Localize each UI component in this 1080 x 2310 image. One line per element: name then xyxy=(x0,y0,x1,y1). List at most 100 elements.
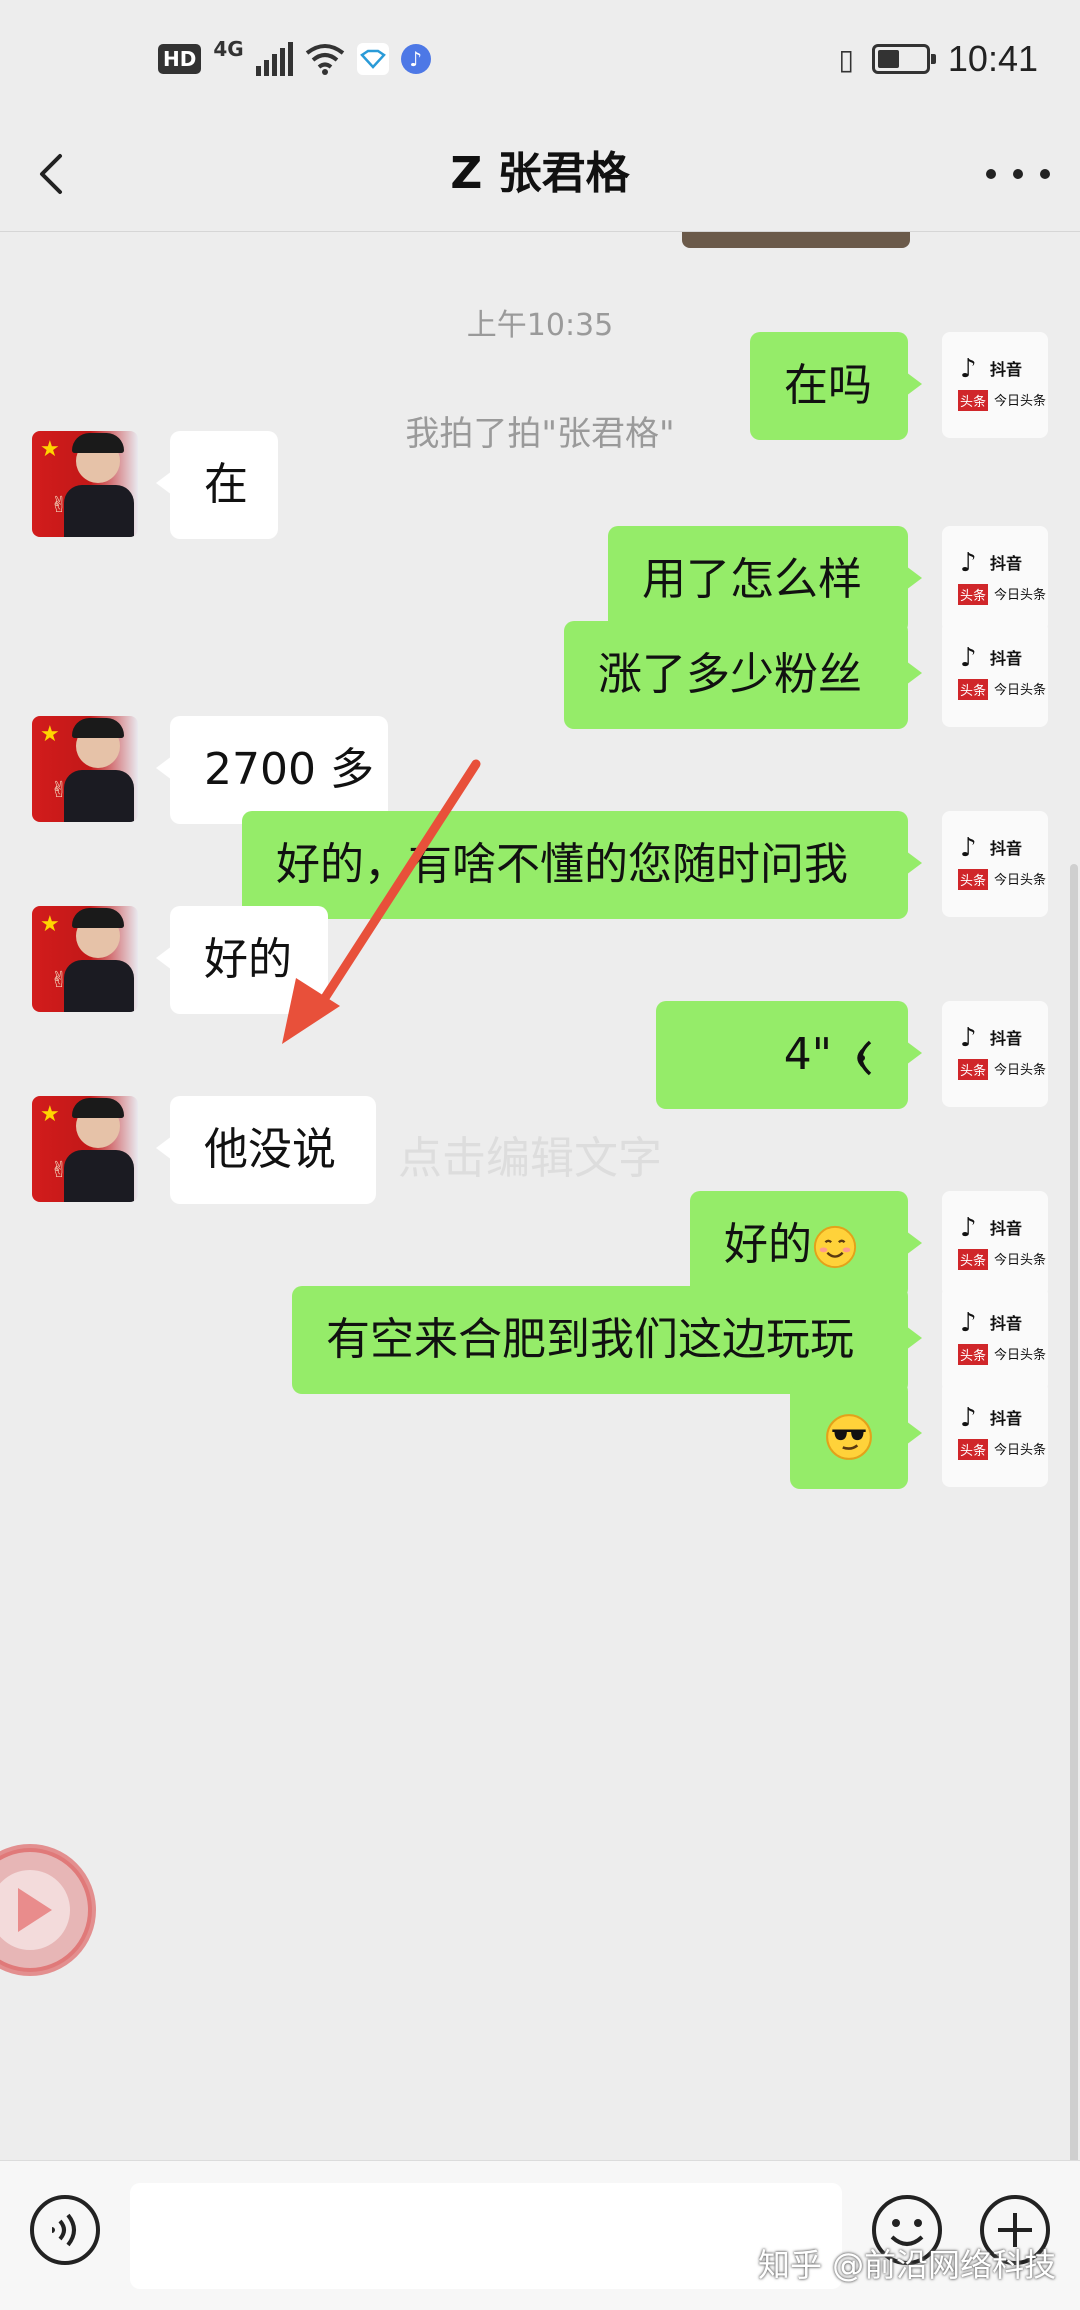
vibrate-icon: ▯ xyxy=(838,42,854,76)
contact-avatar[interactable]: ★ ✌ xyxy=(32,906,138,1012)
avatar-line3: 今日头条 xyxy=(994,394,1047,409)
avatar-line3: 今日头条 xyxy=(994,1253,1047,1268)
smile-emoji-icon xyxy=(813,1225,857,1269)
text-message-bubble[interactable]: 2700 多 xyxy=(156,716,388,824)
douyin-logo-icon: ♪ xyxy=(960,1403,977,1433)
text-message-bubble[interactable]: 在吗 xyxy=(750,332,922,440)
status-bar: HD 4G ♪ ▯ 10:41 xyxy=(0,0,1080,120)
chat-area[interactable]: 上午10:35 我拍了拍"张君格" ♪ 抖音 头条 今日头条 在吗 ★ ✌ 在 ♪ 抖音 头条 今日头… xyxy=(0,232,1080,2160)
chat-title: Z 张君格 xyxy=(450,148,630,199)
message-text: 好的 xyxy=(204,934,292,985)
chat-header: Z 张君格 xyxy=(0,120,1080,232)
outgoing-message-row: ♪ 抖音 头条 今日头条 xyxy=(0,1381,1080,1489)
my-avatar[interactable]: ♪ 抖音 头条 今日头条 xyxy=(942,811,1048,917)
avatar-line3: 今日头条 xyxy=(994,1063,1047,1078)
hair-shape xyxy=(72,908,124,928)
douyin-logo-icon: ♪ xyxy=(960,1308,977,1338)
text-message-bubble[interactable]: 在 xyxy=(156,431,278,539)
victory-hand-icon: ✌ xyxy=(50,1158,69,1183)
hair-shape xyxy=(72,433,124,453)
scrollbar[interactable] xyxy=(1070,864,1078,2160)
contact-avatar[interactable]: ★ ✌ xyxy=(32,716,138,822)
avatar-line1: 抖音 xyxy=(990,649,1023,668)
message-text: 在 xyxy=(204,459,248,510)
voice-input-button[interactable] xyxy=(28,2193,102,2267)
douyin-logo-icon: ♪ xyxy=(960,833,977,863)
emoji-message-bubble[interactable] xyxy=(790,1381,922,1489)
douyin-logo-icon: ♪ xyxy=(960,1023,977,1053)
message-text: 2700 多 xyxy=(204,744,374,795)
sunglasses-emoji-icon xyxy=(826,1414,872,1460)
voice-input-icon xyxy=(30,2195,100,2265)
edit-text-watermark: 点击编辑文字 xyxy=(398,1133,662,1184)
message-text: 他没说 xyxy=(204,1124,336,1175)
contact-avatar[interactable]: ★ ✌ xyxy=(32,1096,138,1202)
video-play-badge-icon xyxy=(0,1844,96,1976)
my-avatar[interactable]: ♪ 抖音 头条 今日头条 xyxy=(942,621,1048,727)
avatar-line1: 抖音 xyxy=(990,554,1023,573)
message-text: 好的，有啥不懂的您随时问我 xyxy=(276,839,848,890)
my-avatar[interactable]: ♪ 抖音 头条 今日头条 xyxy=(942,1286,1048,1392)
avatar-line1: 抖音 xyxy=(990,1409,1023,1428)
input-bar xyxy=(0,2160,1080,2310)
avatar-line1: 抖音 xyxy=(990,839,1023,858)
message-input[interactable] xyxy=(130,2183,842,2289)
text-message-bubble[interactable]: 用了怎么样 xyxy=(608,526,922,634)
victory-hand-icon: ✌ xyxy=(50,493,69,518)
avatar-line1: 抖音 xyxy=(990,1314,1023,1333)
avatar-line3: 今日头条 xyxy=(994,1348,1047,1363)
zhihu-watermark: 知乎 @前沿网络科技 xyxy=(758,2246,1057,2284)
avatar-line1: 抖音 xyxy=(990,1219,1023,1238)
text-message-bubble[interactable]: 涨了多少粉丝 xyxy=(564,621,922,729)
flag-star-icon: ★ xyxy=(40,1102,60,1127)
avatar-line3: 今日头条 xyxy=(994,873,1047,888)
status-left: HD 4G ♪ xyxy=(158,37,431,76)
avatar-line2: 头条 xyxy=(958,1249,989,1270)
my-avatar[interactable]: ♪ 抖音 头条 今日头条 xyxy=(942,1381,1048,1487)
message-text: 用了怎么样 xyxy=(642,554,862,605)
outgoing-message-row: ♪ 抖音 头条 今日头条 在吗 xyxy=(0,332,1080,440)
flag-star-icon: ★ xyxy=(40,912,60,937)
contact-avatar[interactable]: ★ ✌ xyxy=(32,431,138,537)
wifi-icon xyxy=(305,44,344,75)
douyin-logo-icon: ♪ xyxy=(960,354,977,384)
battery-icon xyxy=(871,44,936,74)
douyin-logo-icon: ♪ xyxy=(960,548,977,578)
hair-shape xyxy=(72,718,124,738)
avatar-line2: 头条 xyxy=(958,584,989,605)
text-message-bubble[interactable]: 有空来合肥到我们这边玩玩 xyxy=(292,1286,922,1394)
avatar-line2: 头条 xyxy=(958,390,989,411)
hd-badge: HD xyxy=(158,44,202,74)
outgoing-message-row: ♪ 抖音 头条 今日头条 好的，有啥不懂的您随时问我 xyxy=(0,811,1080,919)
avatar-line1: 抖音 xyxy=(990,360,1023,379)
message-text: 好的 xyxy=(724,1219,812,1270)
previous-image-message[interactable] xyxy=(682,232,910,248)
my-avatar[interactable]: ♪ 抖音 头条 今日头条 xyxy=(942,332,1048,438)
signal-icon xyxy=(255,42,293,76)
text-message-bubble[interactable]: 好的 xyxy=(690,1191,922,1299)
my-avatar[interactable]: ♪ 抖音 头条 今日头条 xyxy=(942,1001,1048,1107)
avatar-line3: 今日头条 xyxy=(994,588,1047,603)
douyin-logo-icon: ♪ xyxy=(960,643,977,673)
network-type: 4G xyxy=(213,37,244,61)
voice-duration: 4" xyxy=(783,1029,832,1080)
my-avatar[interactable]: ♪ 抖音 头条 今日头条 xyxy=(942,526,1048,632)
status-right: ▯ 10:41 xyxy=(838,38,1038,80)
text-message-bubble[interactable]: 他没说 xyxy=(156,1096,376,1204)
more-button[interactable] xyxy=(986,144,1050,204)
my-avatar[interactable]: ♪ 抖音 头条 今日头条 xyxy=(942,1191,1048,1297)
message-text: 有空来合肥到我们这边玩玩 xyxy=(326,1314,854,1365)
avatar-line3: 今日头条 xyxy=(994,683,1047,698)
incoming-message-row: ★ ✌ 在 xyxy=(0,431,1080,539)
voice-message-bubble[interactable]: 4" xyxy=(656,1001,922,1109)
message-text: 在吗 xyxy=(784,360,872,411)
music-icon: ♪ xyxy=(400,44,431,74)
incoming-message-row: ★ ✌ 好的 xyxy=(0,906,1080,1014)
text-message-bubble[interactable]: 好的，有啥不懂的您随时问我 xyxy=(242,811,922,919)
avatar-line2: 头条 xyxy=(958,1059,989,1080)
app-icon xyxy=(356,43,389,75)
text-message-bubble[interactable]: 好的 xyxy=(156,906,328,1014)
outgoing-message-row: ♪ 抖音 头条 今日头条 用了怎么样 xyxy=(0,526,1080,634)
avatar-line2: 头条 xyxy=(958,1439,989,1460)
outgoing-message-row: ♪ 抖音 头条 今日头条 有空来合肥到我们这边玩玩 xyxy=(0,1286,1080,1394)
